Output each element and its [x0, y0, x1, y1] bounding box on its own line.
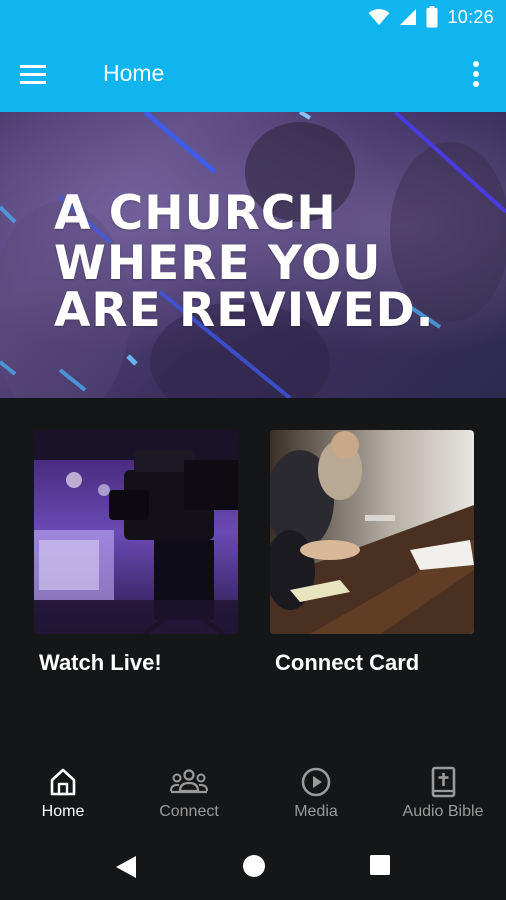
page-title: Home [103, 60, 165, 86]
battery-icon [426, 6, 438, 28]
watch-live-label: Watch Live! [39, 650, 162, 675]
bible-icon [431, 766, 456, 798]
bottom-navigation: Home Connect Media Audio Bible [0, 760, 506, 832]
nav-label-connect: Connect [159, 803, 219, 820]
recents-square-icon[interactable] [369, 854, 391, 876]
hero-headline-line-1: A CHURCH [54, 186, 337, 241]
hero-headline-line-2: WHERE YOU [54, 236, 382, 291]
nav-label-audio-bible: Audio Bible [402, 803, 484, 820]
nav-label-media: Media [294, 803, 338, 820]
status-time: 10:26 [447, 6, 494, 27]
wifi-icon [368, 9, 390, 25]
connect-card-label: Connect Card [275, 650, 420, 675]
play-circle-icon [301, 767, 331, 797]
connect-card-thumbnail [270, 430, 474, 634]
cell-signal-icon [400, 9, 417, 25]
hero-headline-line-3: ARE REVIVED. [54, 283, 435, 338]
nav-item-audio-bible[interactable]: Audio Bible [380, 760, 506, 832]
connect-card-card[interactable]: Connect Card [270, 430, 474, 675]
nav-label-home: Home [41, 803, 85, 820]
nav-item-connect[interactable]: Connect [126, 760, 252, 832]
status-bar: 10:26 [0, 0, 506, 38]
home-circle-icon[interactable] [242, 854, 266, 878]
nav-item-home[interactable]: Home [0, 760, 126, 832]
app-bar: Home [0, 38, 506, 112]
nav-item-media[interactable]: Media [253, 760, 379, 832]
people-icon [170, 769, 208, 794]
menu-icon[interactable] [18, 60, 50, 90]
watch-live-thumbnail [34, 430, 238, 634]
meeting-photo [270, 430, 474, 634]
hero-banner[interactable]: A CHURCH WHERE YOU ARE REVIVED. [0, 112, 506, 398]
camera-photo [34, 430, 238, 634]
home-icon [50, 768, 76, 796]
more-vert-icon[interactable] [466, 58, 486, 92]
system-navigation-bar [0, 832, 506, 900]
watch-live-card[interactable]: Watch Live! [34, 430, 238, 675]
back-icon[interactable] [114, 854, 138, 880]
